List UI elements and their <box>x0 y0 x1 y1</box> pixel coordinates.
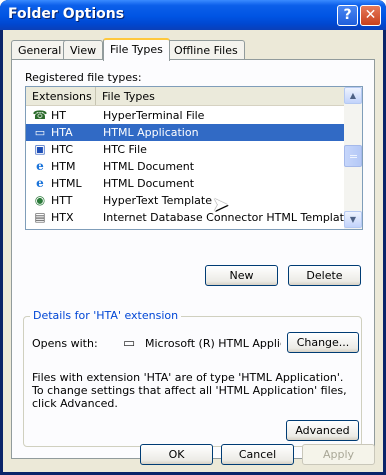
vertical-scrollbar[interactable]: ▲ ▼ <box>344 87 362 229</box>
file-type-cell: HTML Document <box>103 177 195 190</box>
list-item[interactable]: e HTML HTML Document <box>26 175 344 192</box>
list-item[interactable]: ▤ HTX Internet Database Connector HTML T… <box>26 209 350 226</box>
extension-cell: HTA <box>51 126 73 139</box>
extension-cell: HTX <box>51 211 74 224</box>
htc-icon: ▣ <box>34 142 46 156</box>
file-types-panel: Registered file types: Extensions File T… <box>11 59 375 459</box>
hyperterminal-icon: ☎ <box>32 108 48 122</box>
internet-explorer-icon: e <box>36 176 44 190</box>
file-type-cell: HyperText Template <box>103 194 212 207</box>
file-type-cell: HTC File <box>103 143 147 156</box>
help-button[interactable]: ? <box>337 5 358 26</box>
title-bar[interactable]: Folder Options ? ✕ <box>0 0 386 30</box>
new-button[interactable]: New <box>205 265 278 286</box>
tab-general[interactable]: General <box>11 40 69 60</box>
details-description: Files with extension 'HTA' are of type '… <box>32 371 347 410</box>
extension-cell: HTC <box>51 143 74 156</box>
column-file-types[interactable]: File Types <box>96 87 344 105</box>
column-extensions[interactable]: Extensions <box>26 87 96 105</box>
window-title: Folder Options <box>8 6 125 22</box>
application-icon: ▭ <box>34 126 46 139</box>
list-item-selected[interactable]: ▭ HTA HTML Application <box>26 124 344 141</box>
extension-cell: HT <box>51 109 66 122</box>
details-group: Details for 'HTA' extension Opens with: … <box>23 309 362 447</box>
extension-cell: HTM <box>51 160 76 173</box>
details-legend: Details for 'HTA' extension <box>30 309 182 322</box>
file-type-cell: HTML Document <box>103 160 195 173</box>
extension-cell: HTML <box>51 177 82 190</box>
opens-with-label: Opens with: <box>32 337 98 350</box>
file-types-list[interactable]: Extensions File Types ☎ HT HyperTerminal… <box>25 86 363 230</box>
dialog-body: General View File Types Offline Files Re… <box>3 30 383 472</box>
list-item[interactable]: ☎ HT HyperTerminal File <box>26 107 344 124</box>
folder-options-window: Folder Options ? ✕ General View File Typ… <box>0 0 386 475</box>
close-button[interactable]: ✕ <box>360 5 381 26</box>
registered-file-types-label: Registered file types: <box>25 71 142 84</box>
file-type-cell: HTML Application <box>103 126 199 139</box>
list-header: Extensions File Types <box>26 87 344 106</box>
tab-offline-files[interactable]: Offline Files <box>167 40 245 60</box>
tab-file-types[interactable]: File Types <box>103 38 170 61</box>
cancel-button[interactable]: Cancel <box>221 444 294 465</box>
internet-explorer-icon: e <box>36 159 44 173</box>
application-icon: ▭ <box>122 336 136 351</box>
delete-button[interactable]: Delete <box>288 265 361 286</box>
extension-cell: HTT <box>51 194 73 207</box>
file-type-cell: HyperTerminal File <box>103 109 205 122</box>
idc-icon: ▤ <box>34 210 46 224</box>
htt-icon: ◉ <box>34 193 46 207</box>
change-button[interactable]: Change... <box>287 332 359 353</box>
scroll-thumb[interactable] <box>344 145 362 167</box>
list-item[interactable]: ◉ HTT HyperText Template <box>26 192 344 209</box>
ok-button[interactable]: OK <box>140 444 213 465</box>
scroll-up-button[interactable]: ▲ <box>344 87 362 104</box>
opens-with-value: Microsoft (R) HTML Applica <box>145 337 281 350</box>
list-item[interactable]: ▣ HTC HTC File <box>26 141 344 158</box>
mouse-pointer-icon: ➤ <box>212 192 229 216</box>
advanced-button[interactable]: Advanced <box>286 420 359 441</box>
list-item[interactable]: e HTM HTML Document <box>26 158 344 175</box>
tab-view[interactable]: View <box>63 40 104 60</box>
apply-button: Apply <box>302 444 375 465</box>
scroll-down-button[interactable]: ▼ <box>344 211 362 228</box>
